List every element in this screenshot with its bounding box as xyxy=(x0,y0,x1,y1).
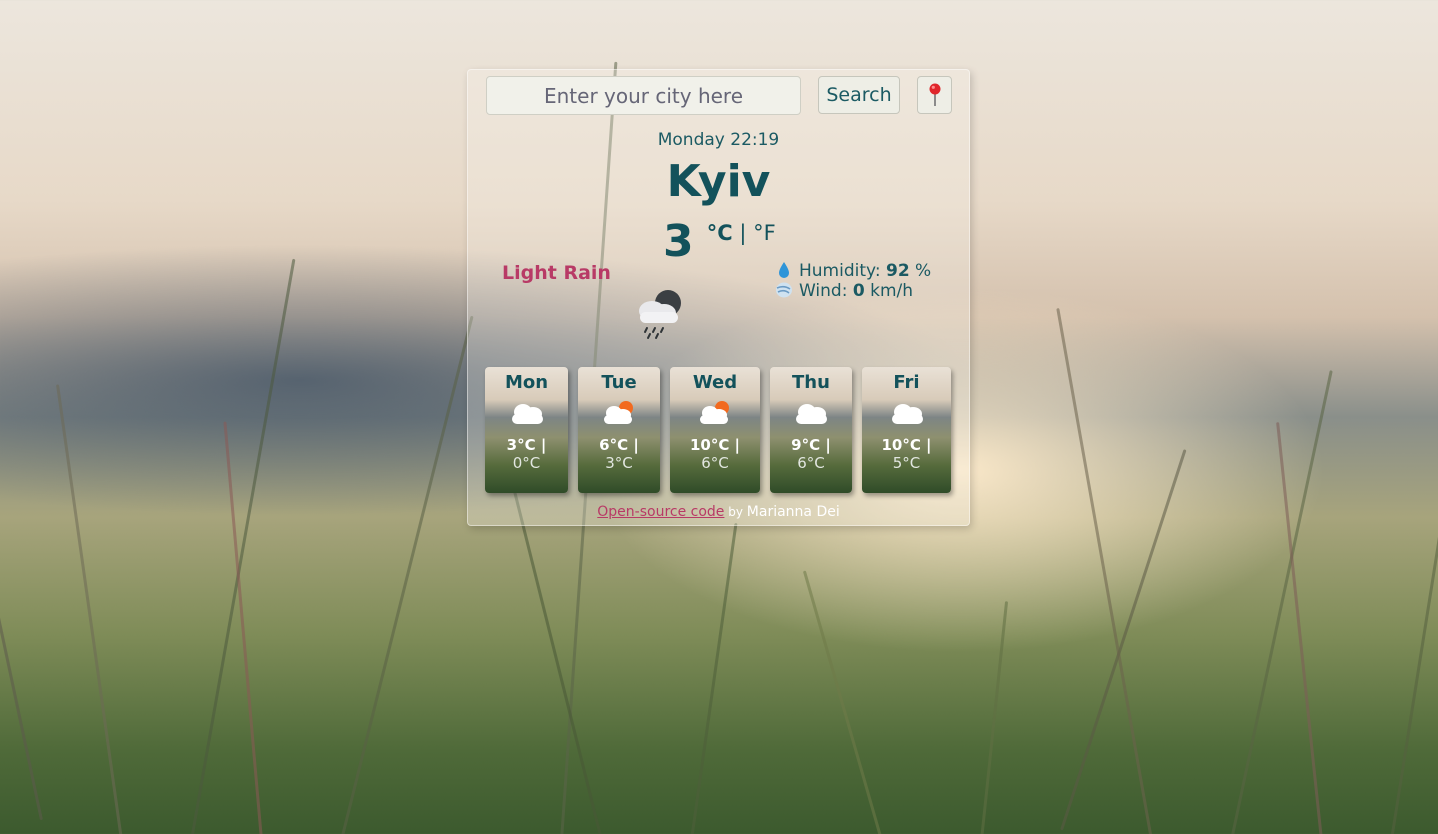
cloud-icon xyxy=(511,404,543,424)
fahrenheit-link[interactable]: °F xyxy=(753,221,776,245)
cloud-icon xyxy=(796,404,827,424)
wind-label: Wind: xyxy=(799,281,853,301)
pin-icon xyxy=(929,83,940,106)
grass-blade xyxy=(340,315,474,834)
current-datetime: Monday 22:19 xyxy=(657,130,780,150)
grass-blade xyxy=(55,384,123,834)
search-button[interactable]: Search xyxy=(818,76,900,114)
cloud-icon xyxy=(891,404,923,424)
forecast-min-temp: 6°C xyxy=(797,454,825,472)
wind-unit: km/h xyxy=(864,281,914,301)
footer-by: by xyxy=(724,505,747,519)
grass-blade xyxy=(802,570,883,834)
forecast-day-0: Mon 3°C | 0°C xyxy=(485,367,568,493)
grass-blade xyxy=(223,421,263,834)
forecast-day-2: Wed 10°C | 6°C xyxy=(670,367,760,493)
forecast-day-4: Fri 10°C | 5°C xyxy=(862,367,951,493)
grass-blade xyxy=(1060,449,1187,831)
grass-blade xyxy=(1276,422,1323,834)
unit-separator: | xyxy=(732,221,754,245)
forecast-max-temp: 6°C | xyxy=(599,436,639,454)
forecast-day-name: Tue xyxy=(601,372,637,393)
humidity-row: Humidity: 92 % xyxy=(774,261,931,281)
grass-blade xyxy=(1056,307,1153,834)
humidity-label: Humidity: xyxy=(799,261,886,281)
grass-blade xyxy=(980,601,1009,834)
weather-card: Search Monday 22:19 Kyiv 3 °C | °F Light… xyxy=(467,69,970,526)
sun-cloud-icon xyxy=(604,401,633,424)
footer-author: Marianna Dei xyxy=(746,504,840,520)
forecast-day-name: Fri xyxy=(893,372,920,393)
forecast-day-3: Thu 9°C | 6°C xyxy=(770,367,852,493)
wind-value: 0 xyxy=(852,281,865,301)
forecast-day-name: Thu xyxy=(792,372,830,393)
humidity-value: 92 xyxy=(885,261,910,281)
current-temperature: 3 °C | °F xyxy=(663,216,776,267)
current-location-button[interactable] xyxy=(917,76,952,114)
celsius-link[interactable]: °C xyxy=(707,221,733,245)
wind-row: Wind: 0 km/h xyxy=(774,281,931,301)
city-name: Kyiv xyxy=(666,156,771,207)
forecast-min-temp: 3°C xyxy=(605,454,633,472)
droplet-icon xyxy=(779,262,789,278)
grass-blade xyxy=(1390,257,1438,834)
grass-blade xyxy=(0,311,43,821)
night-cloud-rain-icon xyxy=(639,290,681,339)
grass-blade xyxy=(690,522,738,834)
forecast-max-temp: 10°C | xyxy=(881,436,932,454)
sun-cloud-icon xyxy=(700,401,729,424)
source-code-link[interactable]: Open-source code xyxy=(597,504,724,520)
forecast-min-temp: 0°C xyxy=(512,454,541,472)
city-search-input[interactable] xyxy=(486,76,801,115)
footer: Open-source code by Marianna Dei xyxy=(468,504,969,520)
forecast-max-temp: 10°C | xyxy=(689,436,741,454)
grass-blade xyxy=(1230,370,1333,834)
forecast-min-temp: 5°C xyxy=(892,454,921,472)
forecast-max-temp: 3°C | xyxy=(506,436,547,454)
grass-blade xyxy=(190,258,296,834)
humidity-unit: % xyxy=(909,261,932,281)
temperature-value: 3 xyxy=(663,216,694,267)
forecast-day-1: Tue 6°C | 3°C xyxy=(578,367,660,493)
forecast-day-name: Mon xyxy=(504,372,549,393)
weather-description: Light Rain xyxy=(502,262,611,284)
forecast-day-name: Wed xyxy=(692,372,738,393)
forecast-min-temp: 6°C xyxy=(701,454,729,472)
forecast-max-temp: 9°C | xyxy=(791,436,831,454)
weather-stats: Humidity: 92 % Wind: 0 km/h xyxy=(774,261,931,301)
wind-icon xyxy=(776,282,792,298)
